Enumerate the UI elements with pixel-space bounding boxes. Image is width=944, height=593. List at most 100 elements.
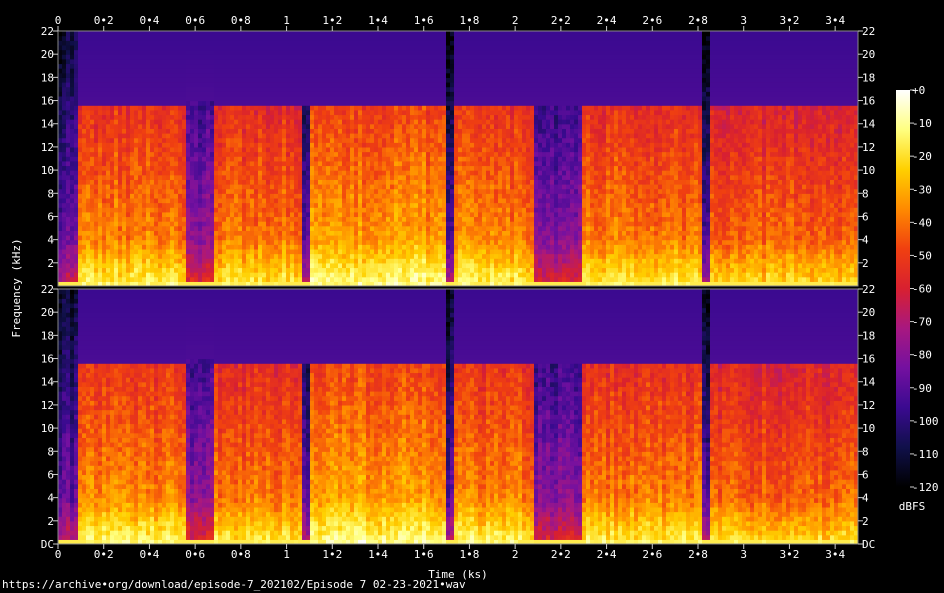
spectrogram-cell [190, 267, 195, 273]
spectrogram-cell [234, 272, 239, 278]
spectrogram-cell [114, 248, 119, 255]
spectrogram-cell [358, 68, 363, 74]
spectrogram-cell [146, 221, 151, 227]
spectrogram-cell [106, 58, 111, 65]
spectrogram-cell [410, 137, 415, 143]
spectrogram-cell [366, 202, 371, 208]
spectrogram-cell [278, 165, 283, 171]
spectrogram-cell [414, 235, 419, 241]
spectrogram-cell [170, 68, 175, 74]
spectrogram-cell [214, 165, 219, 171]
spectrogram-cell [242, 174, 247, 180]
spectrogram-cell [378, 156, 383, 162]
spectrogram-cell [230, 248, 235, 255]
spectrogram-cell [126, 202, 131, 208]
spectrogram-cell [306, 105, 311, 111]
spectrogram-cell [102, 156, 107, 162]
spectrogram-cell [310, 31, 315, 37]
spectrogram-cell [386, 31, 391, 37]
spectrogram-cell [326, 225, 331, 231]
spectrogram-cell [322, 105, 327, 111]
spectrogram-cell [178, 137, 183, 143]
spectrogram-cell [294, 63, 299, 69]
spectrogram-cell [282, 119, 287, 125]
spectrogram-cell [346, 68, 351, 74]
spectrogram-cell [326, 160, 331, 167]
spectrogram-cell [334, 146, 339, 153]
spectrogram-cell [250, 184, 255, 190]
spectrogram-cell [414, 114, 419, 120]
spectrogram-cell [334, 49, 339, 55]
spectrogram-cell [246, 100, 251, 106]
spectrogram-cell [374, 137, 379, 143]
spectrogram-cell [338, 262, 343, 269]
spectrogram-cell [118, 133, 123, 139]
spectrogram-cell [222, 216, 227, 222]
spectrogram-cell [114, 258, 119, 264]
spectrogram-cell [154, 133, 159, 139]
spectrogram-cell [350, 160, 355, 167]
spectrogram-cell [126, 31, 131, 37]
spectrogram-cell [378, 109, 383, 116]
spectrogram-cell [202, 86, 207, 92]
spectrogram-cell [270, 156, 275, 162]
spectrogram-cell [286, 207, 291, 213]
spectrogram-cell [278, 54, 283, 60]
spectrogram-cell [270, 193, 275, 199]
spectrogram-cell [286, 216, 291, 222]
spectrogram-cell [350, 156, 355, 162]
spectrogram-cell [330, 258, 335, 264]
spectrogram-cell [138, 221, 143, 227]
spectrogram-cell [194, 248, 199, 255]
spectrogram-cell [126, 105, 131, 111]
spectrogram-cell [134, 44, 139, 51]
spectrogram-cell [210, 184, 215, 190]
spectrogram-cell [342, 54, 347, 60]
spectrogram-cell [262, 54, 267, 60]
spectrogram-cell [194, 63, 199, 69]
spectrogram-cell [358, 44, 363, 51]
spectrogram-cell [114, 91, 119, 97]
spectrogram-cell [130, 160, 135, 167]
spectrogram-cell [354, 63, 359, 69]
spectrogram-cell [270, 197, 275, 204]
spectrogram-cell [366, 151, 371, 157]
spectrogram-cell [342, 109, 347, 116]
spectrogram-cell [266, 179, 271, 185]
spectrogram-cell [382, 72, 387, 78]
spectrogram-cell [322, 221, 327, 227]
spectrogram-cell [202, 109, 207, 116]
spectrogram-cell [74, 77, 79, 83]
spectrogram-cell [278, 202, 283, 208]
spectrogram-cell [398, 119, 403, 125]
spectrogram-cell [154, 211, 159, 218]
spectrogram-cell [202, 72, 207, 78]
spectrogram-cell [398, 58, 403, 65]
spectrogram-cell [170, 35, 175, 41]
spectrogram-cell [238, 225, 243, 231]
spectrogram-cell [258, 248, 263, 255]
spectrogram-cell [414, 44, 419, 51]
spectrogram-cell [186, 137, 191, 143]
spectrogram-cell [394, 119, 399, 125]
spectrogram-cell [146, 174, 151, 180]
spectrogram-cell [162, 100, 167, 106]
spectrogram-cell [82, 230, 87, 236]
spectrogram-cell [150, 68, 155, 74]
spectrogram-cell [166, 95, 171, 102]
spectrogram-cell [386, 267, 391, 273]
spectrogram-cell [394, 35, 399, 41]
spectrogram-cell [270, 276, 275, 282]
spectrogram-cell [270, 109, 275, 116]
spectrogram-cell [294, 225, 299, 231]
spectrogram-cell [70, 216, 75, 222]
spectrogram-cell [102, 123, 107, 129]
spectrogram-cell [342, 68, 347, 74]
spectrogram-cell [186, 119, 191, 125]
spectrogram-cell [214, 105, 219, 111]
spectrogram-cell [298, 146, 303, 153]
spectrogram-cell [258, 225, 263, 231]
spectrogram-cell [90, 100, 95, 106]
spectrogram-cell [230, 235, 235, 241]
spectrogram-cell [262, 123, 267, 129]
